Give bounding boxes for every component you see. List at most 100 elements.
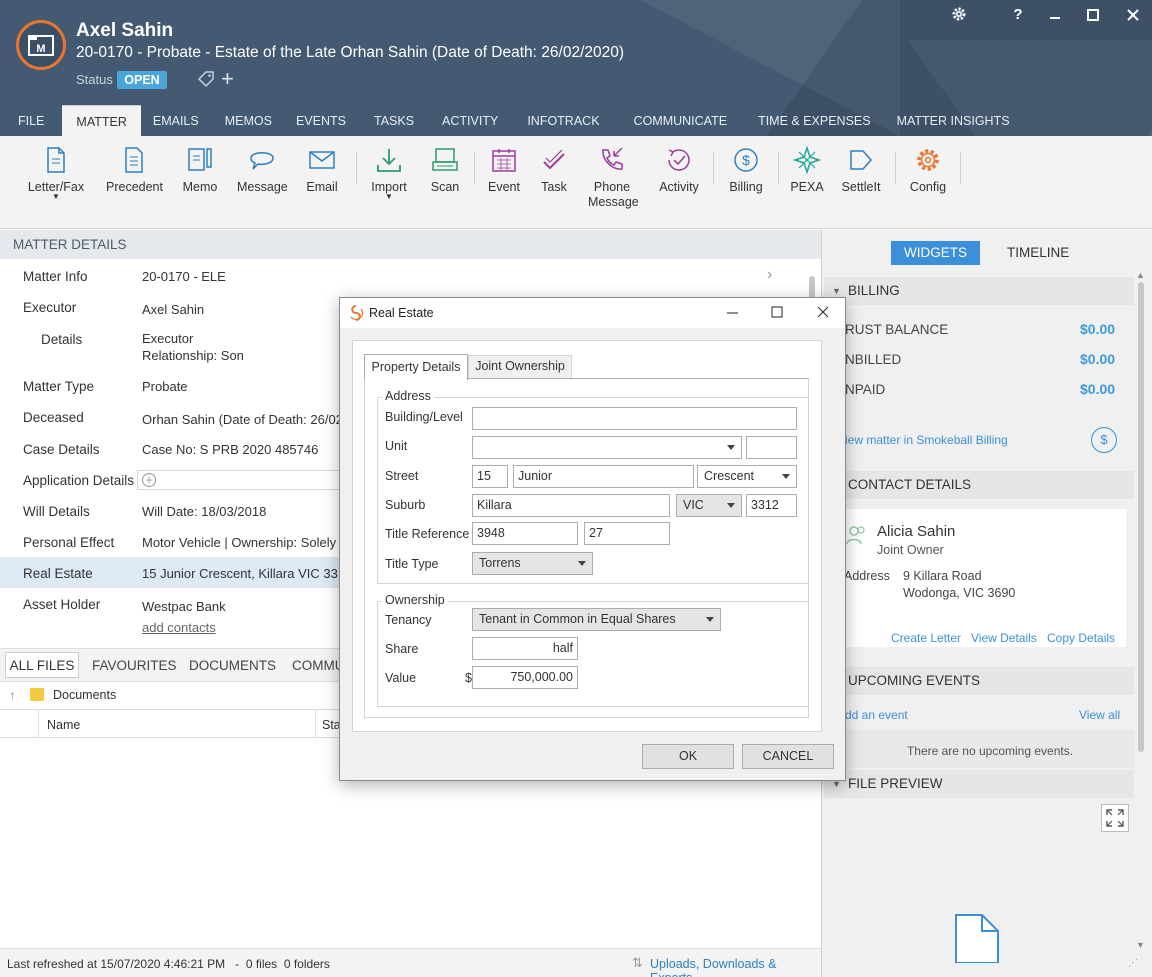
billing-dollar-icon[interactable]: $ [1091, 427, 1117, 453]
tab-communicate[interactable]: COMMUNICATE [617, 105, 745, 136]
street-type-select[interactable]: Crescent [697, 465, 797, 488]
unit-select[interactable] [472, 436, 742, 459]
scroll-up-icon[interactable]: ▲ [1136, 270, 1145, 280]
scroll-down-icon[interactable]: ▼ [1136, 940, 1145, 950]
view-all-link[interactable]: View all [1079, 708, 1120, 722]
column-status[interactable]: Sta [322, 718, 341, 732]
settleit-button[interactable]: SettleIt [840, 146, 882, 194]
tab-infotrack[interactable]: INFOTRACK [510, 105, 616, 136]
up-arrow-icon[interactable]: ↑ [9, 687, 16, 703]
case-details-label[interactable]: Case Details [23, 442, 100, 457]
dialog-close-icon[interactable] [817, 306, 829, 321]
tab-joint-ownership[interactable]: Joint Ownership [468, 355, 572, 378]
application-details-field[interactable]: + [137, 470, 357, 490]
close-icon[interactable] [1123, 8, 1143, 26]
view-billing-link[interactable]: iew matter in Smokeball Billing [845, 433, 1008, 447]
matter-info-label[interactable]: Matter Info [23, 269, 88, 284]
add-tag-icon[interactable]: + [221, 66, 234, 92]
sidebar-scrollbar[interactable] [1138, 282, 1144, 752]
tab-time-expenses[interactable]: TIME & EXPENSES [744, 105, 885, 136]
tab-widgets[interactable]: WIDGETS [891, 241, 980, 265]
street-number-field[interactable]: 15 [472, 465, 508, 488]
config-button[interactable]: Config [906, 146, 950, 194]
memo-button[interactable]: Memo [180, 146, 220, 194]
tenancy-select[interactable]: Tenant in Common in Equal Shares [472, 608, 721, 631]
chevron-right-icon[interactable]: › [767, 266, 772, 284]
share-field[interactable]: half [472, 637, 578, 660]
state-select[interactable]: VIC [676, 494, 742, 517]
file-preview-heading[interactable]: ▼ FILE PREVIEW [824, 770, 1134, 798]
scan-button[interactable]: Scan [428, 146, 462, 194]
create-letter-link[interactable]: Create Letter [891, 631, 961, 645]
tab-matter-insights[interactable]: MATTER INSIGHTS [885, 105, 1022, 136]
maximize-icon[interactable] [1083, 8, 1103, 26]
tab-memos[interactable]: MEMOS [211, 105, 284, 136]
breadcrumb[interactable]: Documents [53, 688, 116, 702]
personal-effect-label[interactable]: Personal Effect [23, 535, 114, 550]
tab-favourites[interactable]: FAVOURITES [92, 658, 177, 673]
upcoming-events-heading[interactable]: UPCOMING EVENTS [824, 667, 1134, 695]
column-name[interactable]: Name [47, 718, 80, 732]
uploads-link[interactable]: Uploads, Downloads & Exports [650, 957, 821, 977]
tab-matter[interactable]: MATTER [62, 105, 141, 136]
building-field[interactable] [472, 407, 797, 430]
resize-grip-icon[interactable]: ⋰ [1128, 958, 1138, 969]
view-details-link[interactable]: View Details [971, 631, 1037, 645]
tab-all-files[interactable]: ALL FILES [5, 652, 79, 678]
asset-holder-label[interactable]: Asset Holder [23, 597, 100, 612]
activity-button[interactable]: Activity [656, 146, 702, 194]
contact-details-heading[interactable]: CONTACT DETAILS [824, 471, 1134, 499]
add-contacts-link[interactable]: add contacts [142, 620, 216, 635]
application-details-label[interactable]: Application Details [23, 473, 134, 488]
unit-number-field[interactable] [746, 436, 797, 459]
dialog-minimize-icon[interactable] [726, 303, 740, 324]
gear-icon[interactable] [949, 6, 969, 26]
tab-file[interactable]: FILE [0, 105, 62, 136]
matter-type-label[interactable]: Matter Type [23, 379, 94, 394]
message-button[interactable]: Message [237, 146, 288, 194]
help-icon[interactable]: ? [1008, 6, 1028, 23]
billing-button[interactable]: $ Billing [726, 146, 766, 194]
executor-label[interactable]: Executor [23, 300, 76, 315]
pexa-button[interactable]: PEXA [790, 146, 824, 194]
tab-tasks[interactable]: TASKS [358, 105, 430, 136]
letter-fax-button[interactable]: Letter/Fax ▼ [26, 146, 86, 201]
tab-emails[interactable]: EMAILS [141, 105, 211, 136]
dialog-title: Real Estate [369, 306, 434, 320]
email-button[interactable]: Email [303, 146, 341, 194]
cancel-button[interactable]: CANCEL [742, 744, 834, 769]
tab-communicate[interactable]: COMMU [292, 658, 345, 673]
dialog-maximize-icon[interactable] [771, 306, 783, 321]
tab-timeline[interactable]: TIMELINE [1007, 245, 1069, 260]
street-name-field[interactable]: Junior [513, 465, 694, 488]
postcode-field[interactable]: 3312 [746, 494, 797, 517]
import-button[interactable]: Import ▼ [368, 146, 410, 201]
expand-icon[interactable] [1101, 804, 1129, 832]
contact-name[interactable]: Alicia Sahin [877, 523, 955, 540]
add-event-link[interactable]: dd an event [845, 708, 908, 722]
tab-events[interactable]: EVENTS [284, 105, 358, 136]
suburb-field[interactable]: Killara [472, 494, 670, 517]
precedent-button[interactable]: Precedent [106, 146, 163, 194]
tab-activity[interactable]: ACTIVITY [430, 105, 510, 136]
tab-documents[interactable]: DOCUMENTS [189, 658, 276, 673]
event-button[interactable]: Event [486, 146, 522, 194]
details-label[interactable]: Details [41, 332, 82, 347]
real-estate-label[interactable]: Real Estate [23, 566, 93, 581]
title-reference-field-2[interactable]: 27 [584, 522, 670, 545]
will-details-label[interactable]: Will Details [23, 504, 90, 519]
tab-property-details[interactable]: Property Details [364, 354, 468, 380]
ok-button[interactable]: OK [642, 744, 734, 769]
minimize-icon[interactable] [1045, 4, 1065, 28]
add-circle-icon[interactable]: + [142, 473, 156, 487]
phone-message-button[interactable]: Phone Message [588, 146, 639, 209]
tag-icon[interactable] [197, 70, 215, 91]
copy-details-link[interactable]: Copy Details [1047, 631, 1115, 645]
deceased-label[interactable]: Deceased [23, 410, 84, 425]
status-badge[interactable]: OPEN [117, 71, 167, 89]
value-field[interactable]: 750,000.00 [472, 666, 578, 689]
task-button[interactable]: Task [537, 146, 571, 194]
billing-heading[interactable]: ▼ BILLING [824, 277, 1134, 305]
title-reference-field-1[interactable]: 3948 [472, 522, 578, 545]
title-type-select[interactable]: Torrens [472, 552, 593, 575]
